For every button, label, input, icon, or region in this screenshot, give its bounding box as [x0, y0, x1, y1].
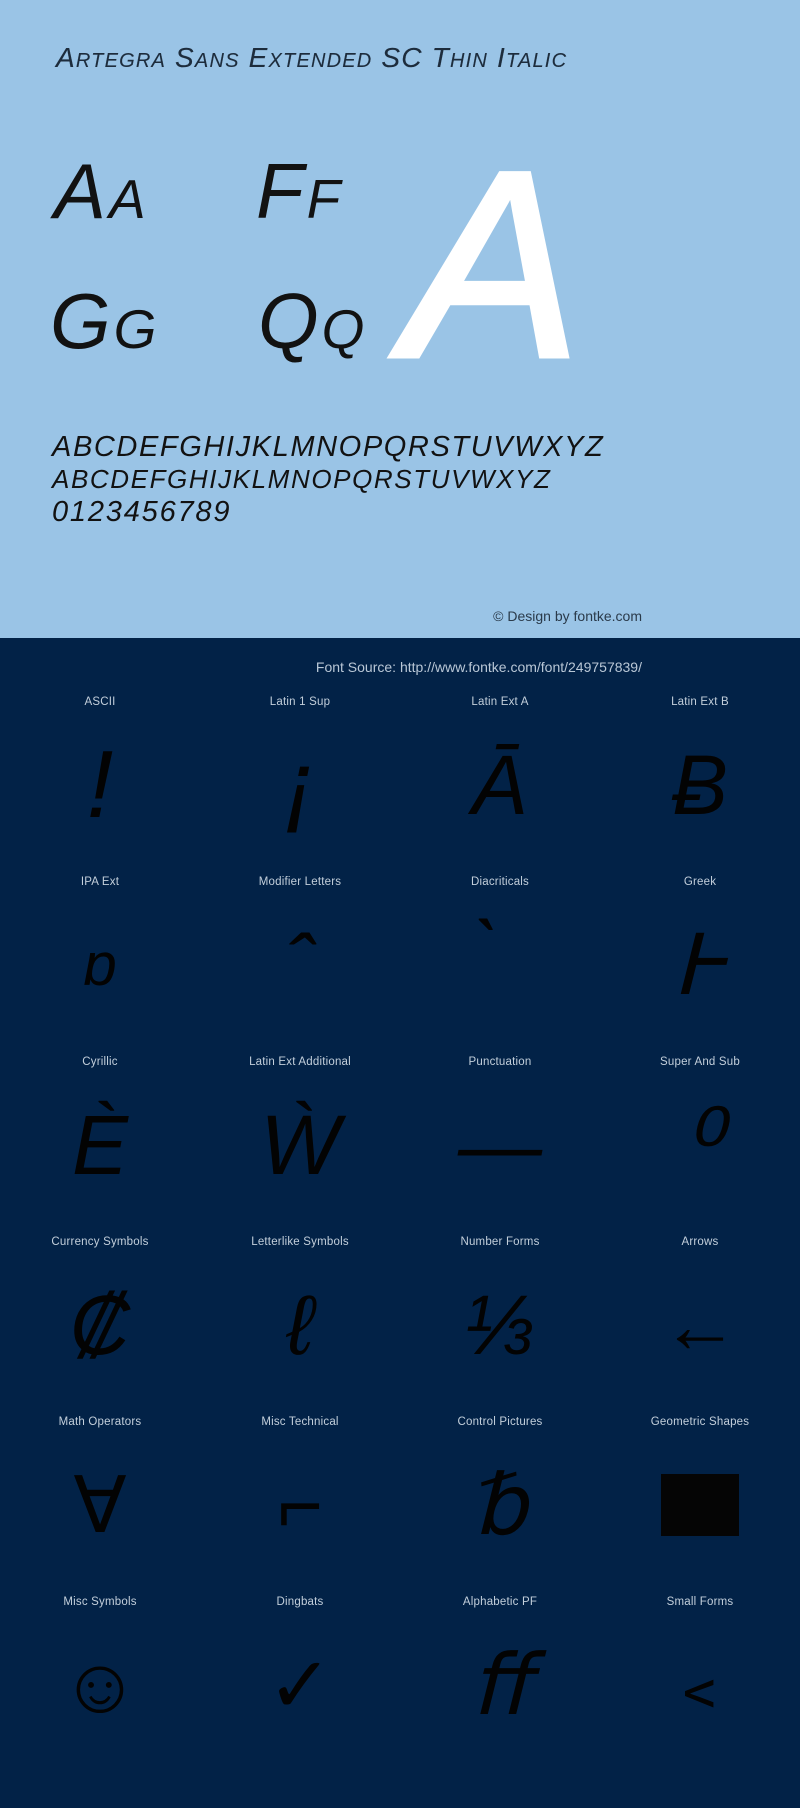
unicode-block-glyph: — — [458, 1098, 542, 1192]
unicode-block-cell[interactable]: Greek Ͱ — [600, 866, 800, 1046]
unicode-block-cell[interactable]: Arrows ← — [600, 1226, 800, 1406]
unicode-block-grid: ASCII! Latin 1 Sup ¡ Latin Ext A Ā Latin Ext … — [0, 686, 800, 1766]
unicode-block-label: Misc Symbols — [63, 1596, 137, 1608]
unicode-block-label: Math Operators — [58, 1416, 142, 1428]
glyph-pair-samples: Aa Ff Gg Qq — [50, 152, 390, 392]
unicode-block-glyph: ⁰ — [680, 1091, 720, 1198]
unicode-block-glyph: ¡ — [284, 731, 316, 838]
unicode-block-cell[interactable]: Small Forms ﹤ — [600, 1586, 800, 1766]
page-title: Artegra Sans Extended SC Thin Italic — [56, 42, 568, 73]
unicode-block-label: Diacriticals — [471, 876, 529, 888]
unicode-block-glyph: Ͱ — [672, 918, 728, 1012]
unicode-block-cell[interactable]: Modifier Letters ˆ — [200, 866, 400, 1046]
unicode-blocks-panel: Font Source: http://www.fontke.com/font/… — [0, 638, 800, 1808]
glyph-pair-gg: Gg — [50, 277, 160, 365]
glyph-pair-ff: Ff — [256, 147, 344, 235]
unicode-block-label: Letterlike Symbols — [251, 1236, 349, 1248]
filled-square-icon — [661, 1474, 739, 1536]
unicode-block-glyph: ɒ — [83, 931, 117, 998]
unicode-block-glyph: ̀ — [400, 890, 600, 1040]
unicode-block-label: Control Pictures — [457, 1416, 543, 1428]
alphabet-smallcaps: ABCDEFGHIJKLMNOPQRSTUVWXYZ — [52, 464, 552, 495]
unicode-block-label: Currency Symbols — [51, 1236, 149, 1248]
unicode-block-glyph: ␢ — [473, 1458, 527, 1552]
unicode-block-cell[interactable]: ASCII! — [0, 686, 200, 866]
unicode-block-label: Latin Ext B — [671, 696, 729, 708]
glyph-pair-qq: Qq — [258, 277, 368, 365]
unicode-block-cell[interactable]: Diacriticals̀ — [400, 866, 600, 1046]
unicode-block-cell[interactable]: Super And Sub ⁰ — [600, 1046, 800, 1226]
unicode-block-glyph: ☺ — [60, 1641, 140, 1729]
unicode-block-glyph: Ƀ — [671, 738, 729, 832]
alphabet-block: ABCDEFGHIJKLMNOPQRSTUVWXYZ ABCDEFGHIJKLM… — [52, 430, 752, 529]
unicode-block-cell[interactable]: Latin Ext B Ƀ — [600, 686, 800, 866]
unicode-block-label: Latin Ext A — [471, 696, 529, 708]
glyph-pair-aa: Aa — [54, 147, 149, 235]
unicode-block-label: Misc Technical — [261, 1416, 339, 1428]
unicode-block-glyph — [600, 1430, 800, 1580]
unicode-block-glyph: ₡ — [69, 1278, 131, 1372]
unicode-block-glyph: Ā — [471, 738, 529, 832]
design-credit: © Design by fontke.com — [493, 608, 642, 624]
unicode-block-cell[interactable]: Currency Symbols ₡ — [0, 1226, 200, 1406]
unicode-block-glyph: ⅓ — [464, 1278, 536, 1372]
unicode-block-cell[interactable]: Misc Technical ⌐ — [200, 1406, 400, 1586]
unicode-block-glyph: ﬀ — [471, 1638, 529, 1732]
unicode-block-label: Dingbats — [276, 1596, 324, 1608]
unicode-block-cell[interactable]: Alphabetic PF ﬀ — [400, 1586, 600, 1766]
unicode-block-cell[interactable]: Cyrillic Ѐ — [0, 1046, 200, 1226]
unicode-block-glyph: ∀ — [73, 1461, 127, 1549]
specimen-panel: Artegra Sans Extended SC Thin Italic Aa … — [0, 0, 800, 638]
digits-row: 0123456789 — [52, 495, 232, 528]
unicode-block-label: Super And Sub — [660, 1056, 740, 1068]
unicode-block-glyph: Ѐ — [71, 1098, 129, 1192]
unicode-block-label: Geometric Shapes — [650, 1416, 750, 1428]
alphabet-uppercase: ABCDEFGHIJKLMNOPQRSTUVWXYZ — [52, 431, 605, 463]
unicode-block-label: Small Forms — [666, 1596, 734, 1608]
unicode-block-glyph: Ẁ — [260, 1098, 340, 1192]
unicode-block-cell[interactable]: Latin 1 Sup ¡ — [200, 686, 400, 866]
unicode-block-glyph: ✓ — [267, 1641, 333, 1729]
unicode-block-label: IPA Ext — [80, 876, 120, 888]
unicode-block-cell[interactable]: Geometric Shapes — [600, 1406, 800, 1586]
unicode-block-label: Modifier Letters — [258, 876, 342, 888]
unicode-block-cell[interactable]: Latin Ext Additional Ẁ — [200, 1046, 400, 1226]
unicode-block-label: Number Forms — [460, 1236, 540, 1248]
hero-letter: A — [402, 117, 584, 413]
unicode-block-cell[interactable]: Latin Ext A Ā — [400, 686, 600, 866]
font-source-link[interactable]: Font Source: http://www.fontke.com/font/… — [316, 659, 642, 675]
unicode-block-glyph: ﹤ — [660, 1641, 739, 1729]
unicode-block-cell[interactable]: Dingbats ✓ — [200, 1586, 400, 1766]
unicode-block-label: Alphabetic PF — [462, 1596, 538, 1608]
unicode-block-label: ASCII — [84, 696, 116, 708]
unicode-block-glyph: ˆ — [286, 918, 314, 1012]
unicode-block-cell[interactable]: Number Forms ⅓ — [400, 1226, 600, 1406]
unicode-block-glyph: ← — [661, 1281, 739, 1369]
unicode-block-label: Latin 1 Sup — [269, 696, 331, 708]
unicode-block-label: Cyrillic — [82, 1056, 118, 1068]
unicode-block-cell[interactable]: IPA Ext ɒ — [0, 866, 200, 1046]
unicode-block-label: Latin Ext Additional — [249, 1056, 351, 1068]
font-specimen-page: Artegra Sans Extended SC Thin Italic Aa … — [0, 0, 800, 1808]
unicode-block-glyph: ! — [86, 731, 114, 838]
unicode-block-cell[interactable]: Control Pictures ␢ — [400, 1406, 600, 1586]
unicode-block-label: Punctuation — [468, 1056, 532, 1068]
unicode-block-cell[interactable]: Punctuation — — [400, 1046, 600, 1226]
unicode-block-glyph: ⌐ — [277, 1461, 323, 1549]
unicode-block-cell[interactable]: Misc Symbols ☺ — [0, 1586, 200, 1766]
unicode-block-cell[interactable]: Letterlike Symbols ℓ — [200, 1226, 400, 1406]
unicode-block-cell[interactable]: Math Operators ∀ — [0, 1406, 200, 1586]
unicode-block-label: Greek — [683, 876, 717, 888]
unicode-block-label: Arrows — [681, 1236, 719, 1248]
unicode-block-glyph: ℓ — [286, 1278, 314, 1372]
